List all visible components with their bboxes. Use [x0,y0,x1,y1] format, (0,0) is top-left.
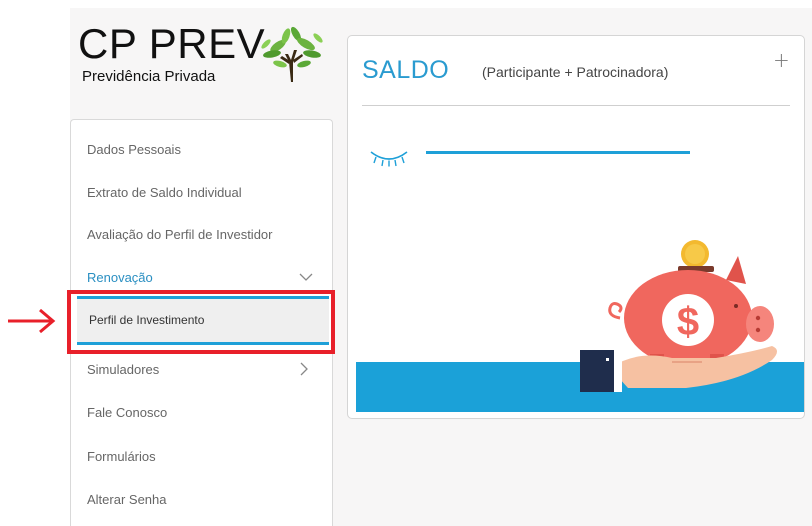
saldo-card: SALDO (Participante + Patrocinadora) + $ [347,35,805,419]
hidden-balance-line [426,151,690,154]
expand-plus-icon[interactable]: + [773,48,790,72]
sidebar-item-extrato-saldo[interactable]: Extrato de Saldo Individual [87,185,242,200]
red-arrow-icon [8,308,56,334]
chevron-down-icon[interactable] [299,272,313,282]
sidebar-item-simuladores[interactable]: Simuladores [87,362,159,377]
sidebar-item-alterar-senha[interactable]: Alterar Senha [87,492,167,507]
submenu-item-label: Perfil de Investimento [89,313,205,327]
tree-icon [261,26,323,82]
card-divider [362,105,790,106]
logo-title: CP PREV [78,20,266,67]
sidebar-item-fale-conosco[interactable]: Fale Conosco [87,405,167,420]
sidebar-item-formularios[interactable]: Formulários [87,449,156,464]
card-title: SALDO [362,56,450,84]
chevron-right-icon[interactable] [299,362,309,376]
sidebar-item-dados-pessoais[interactable]: Dados Pessoais [87,142,181,157]
piggy-bank-illustration: $ [580,240,777,392]
svg-text:$: $ [677,300,699,344]
card-subtitle: (Participante + Patrocinadora) [482,64,669,80]
logo-subtitle: Previdência Privada [82,68,216,85]
cp-prev-logo[interactable]: CP PREV Previdência Privada [72,22,330,102]
submenu-item-perfil-investimento[interactable]: Perfil de Investimento [77,296,329,345]
sidebar-item-renovacao[interactable]: Renovação [87,270,153,285]
sidebar-item-avaliacao-perfil[interactable]: Avaliação do Perfil de Investidor [87,227,272,242]
hidden-eye-icon[interactable] [368,148,410,168]
